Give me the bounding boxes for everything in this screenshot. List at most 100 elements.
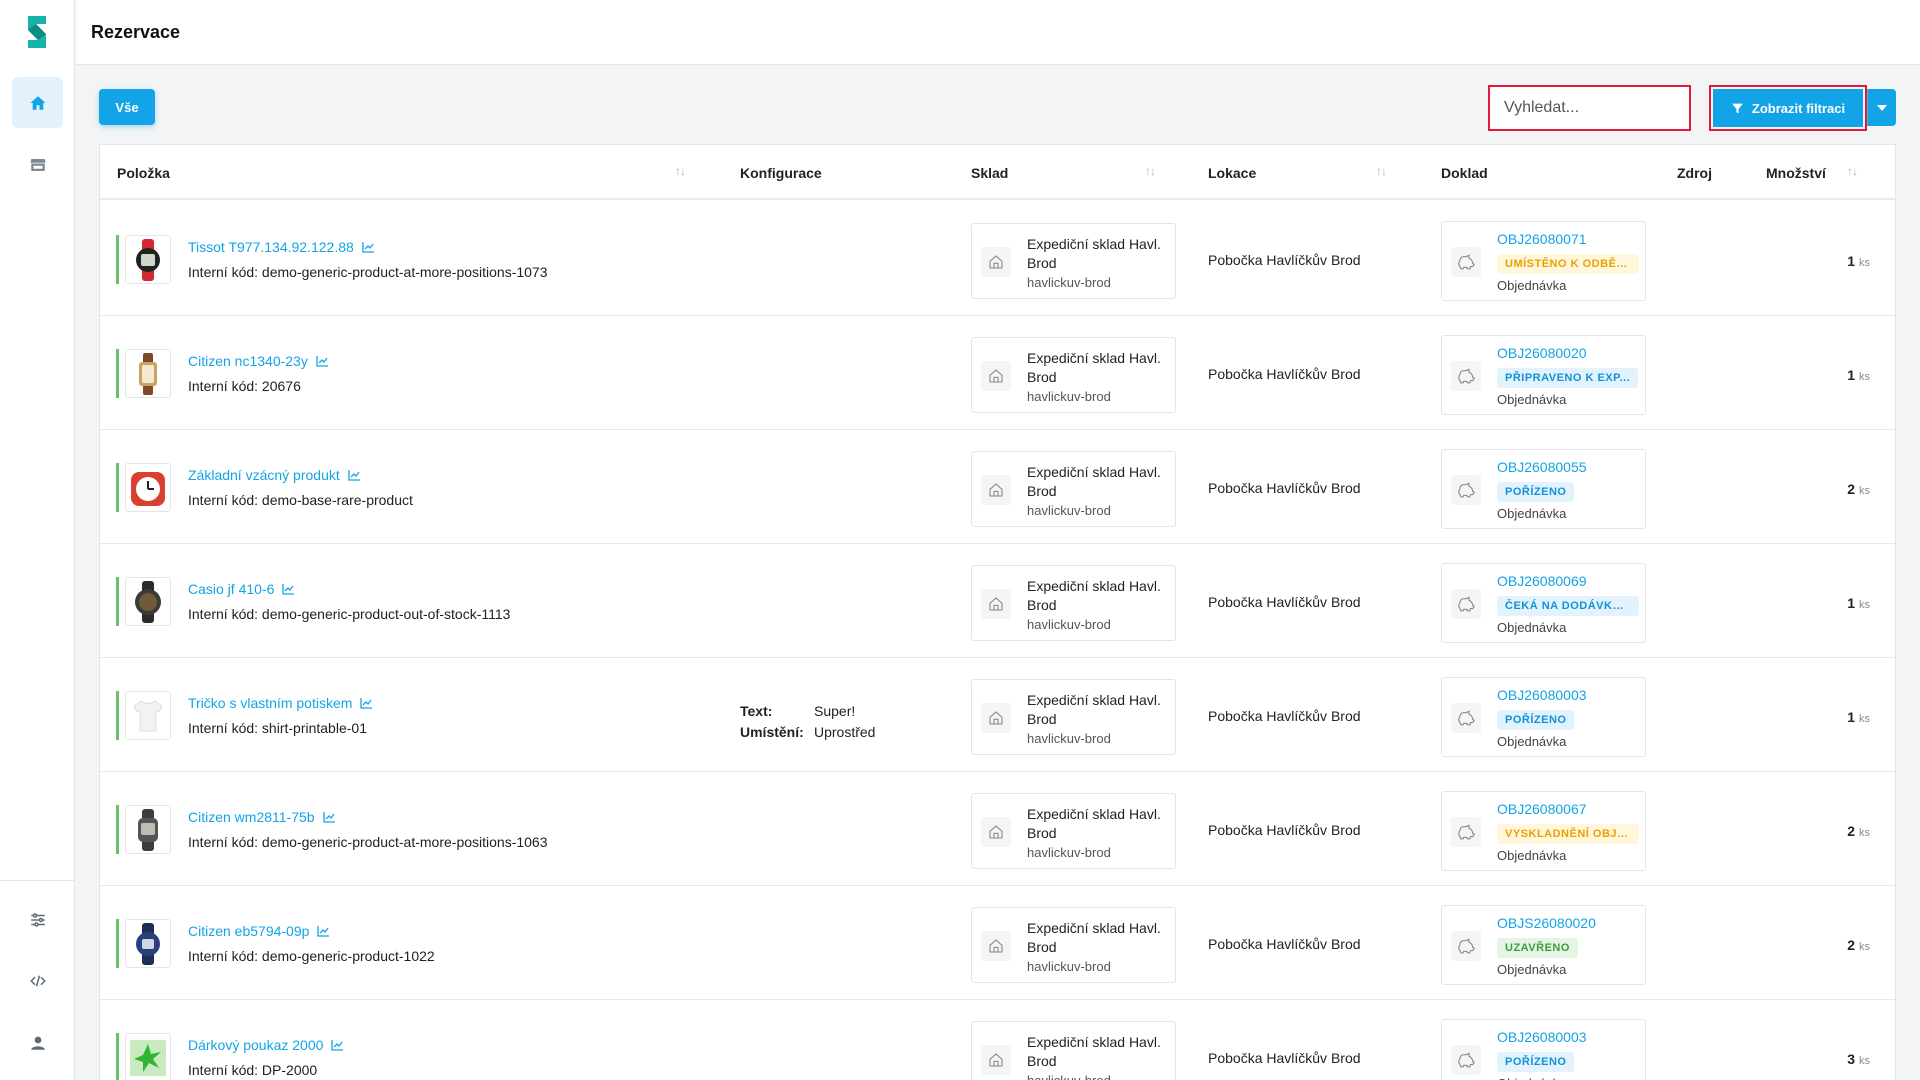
item-name-link[interactable]: Citizen eb5794-09p [188, 923, 330, 939]
warehouse-code: havlickuv-brod [1027, 389, 1111, 404]
stats-icon[interactable] [317, 926, 330, 937]
item-name-link[interactable]: Citizen wm2811-75b [188, 809, 336, 825]
warehouse-card[interactable]: Expediční sklad Havl. Brod havlickuv-brod [971, 1021, 1176, 1080]
warehouse-code: havlickuv-brod [1027, 503, 1111, 518]
table-row[interactable]: Citizen eb5794-09p Interní kód: demo-gene… [100, 886, 1895, 1000]
table-row[interactable]: Dárkový poukaz 2000 Interní kód: DP-2000 E… [100, 1000, 1895, 1080]
stats-icon[interactable] [322, 812, 336, 823]
stats-icon[interactable] [360, 698, 373, 709]
filter-all-button[interactable]: Vše [99, 89, 155, 125]
item-name[interactable]: Základní vzácný produkt [188, 467, 340, 483]
warehouse-card[interactable]: Expediční sklad Havl. Brod havlickuv-brod [971, 907, 1176, 983]
quantity-value: 2 ks [1847, 481, 1870, 497]
sidebar-item-store[interactable] [12, 139, 63, 190]
document-number-link[interactable]: OBJS26080020 [1497, 915, 1596, 931]
table-row[interactable]: Citizen wm2811-75b Interní kód: demo-gene… [100, 772, 1895, 886]
product-image[interactable] [125, 463, 171, 512]
stats-icon[interactable] [282, 584, 295, 595]
table-row[interactable]: Casio jf 410-6 Interní kód: demo-generic-… [100, 544, 1895, 658]
search-input[interactable] [1490, 87, 1689, 129]
item-name[interactable]: Casio jf 410-6 [188, 581, 274, 597]
sidebar-item-profile[interactable] [12, 1017, 63, 1068]
reservations-table: Položka ↑↓ Konfigurace Sklad ↑↓ Lokace ↑… [99, 144, 1896, 1080]
sort-item-icon[interactable]: ↑↓ [675, 164, 686, 178]
document-card[interactable]: OBJS26080020 UZAVŘENO Objednávka [1441, 905, 1646, 985]
status-badge: UMÍSTĚNO K ODBĚR... [1497, 254, 1639, 274]
document-number-link[interactable]: OBJ26080003 [1497, 687, 1587, 703]
col-location[interactable]: Lokace [1208, 165, 1256, 181]
item-name-link[interactable]: Casio jf 410-6 [188, 581, 295, 597]
document-type: Objednávka [1497, 506, 1567, 521]
document-card[interactable]: OBJ26080071 UMÍSTĚNO K ODBĚR... Objednávka [1441, 221, 1646, 301]
stats-icon[interactable] [362, 242, 375, 253]
item-name-link[interactable]: Citizen nc1340-23y [188, 353, 329, 369]
product-image[interactable] [125, 691, 171, 740]
sort-location-icon[interactable]: ↑↓ [1376, 164, 1387, 178]
show-filter-button[interactable]: Zobrazit filtraci [1713, 89, 1863, 127]
product-image[interactable] [125, 919, 171, 968]
quantity-unit: ks [1859, 599, 1870, 611]
item-name-link[interactable]: Tissot T977.134.92.122.88 [188, 239, 375, 255]
sort-warehouse-icon[interactable]: ↑↓ [1145, 164, 1156, 178]
item-name[interactable]: Dárkový poukaz 2000 [188, 1037, 323, 1053]
item-name[interactable]: Citizen nc1340-23y [188, 353, 308, 369]
product-image[interactable] [125, 349, 171, 398]
warehouse-card[interactable]: Expediční sklad Havl. Brod havlickuv-brod [971, 565, 1176, 641]
sidebar-item-home[interactable] [12, 77, 63, 128]
document-card[interactable]: OBJ26080003 POŘÍZENO Objednávka [1441, 677, 1646, 757]
warehouse-card[interactable]: Expediční sklad Havl. Brod havlickuv-brod [971, 337, 1176, 413]
item-name[interactable]: Tissot T977.134.92.122.88 [188, 239, 354, 255]
filter-dropdown-button[interactable] [1867, 89, 1896, 126]
warehouse-card[interactable]: Expediční sklad Havl. Brod havlickuv-brod [971, 679, 1176, 755]
col-document: Doklad [1441, 165, 1488, 181]
item-name-link[interactable]: Tričko s vlastním potiskem [188, 695, 373, 711]
col-item[interactable]: Položka [117, 165, 170, 181]
document-type-icon [1458, 254, 1475, 270]
product-image[interactable] [125, 577, 171, 626]
document-card[interactable]: OBJ26080020 PŘIPRAVENO K EXP... Objednávka [1441, 335, 1646, 415]
sidebar-item-settings[interactable] [12, 894, 63, 945]
quantity-unit: ks [1859, 713, 1870, 725]
item-name[interactable]: Tričko s vlastním potiskem [188, 695, 352, 711]
stats-icon[interactable] [316, 356, 329, 367]
location-name: Pobočka Havlíčkův Brod [1208, 936, 1361, 952]
item-name-link[interactable]: Základní vzácný produkt [188, 467, 361, 483]
document-number-link[interactable]: OBJ26080003 [1497, 1029, 1587, 1045]
item-thumbnail [116, 463, 171, 512]
app-logo[interactable] [22, 12, 54, 52]
product-image[interactable] [125, 1033, 171, 1080]
document-number-link[interactable]: OBJ26080020 [1497, 345, 1587, 361]
sort-quantity-icon[interactable]: ↑↓ [1847, 164, 1858, 178]
item-internal-code: Interní kód: DP-2000 [188, 1062, 318, 1078]
warehouse-card[interactable]: Expediční sklad Havl. Brod havlickuv-brod [971, 451, 1176, 527]
product-image[interactable] [125, 805, 171, 854]
col-config: Konfigurace [740, 165, 822, 181]
table-row[interactable]: Tričko s vlastním potiskem Interní kód: s… [100, 658, 1895, 772]
document-card[interactable]: OBJ26080055 POŘÍZENO Objednávka [1441, 449, 1646, 529]
document-card[interactable]: OBJ26080067 VYSKLADNĚNÍ OBJE... Objednávka [1441, 791, 1646, 871]
item-thumbnail [116, 349, 171, 398]
col-warehouse[interactable]: Sklad [971, 165, 1008, 181]
quantity-number: 1 [1847, 367, 1855, 383]
table-row[interactable]: Citizen nc1340-23y Interní kód: 20676 Expe… [100, 316, 1895, 430]
document-number-link[interactable]: OBJ26080055 [1497, 459, 1587, 475]
warehouse-icon [989, 483, 1003, 497]
item-name[interactable]: Citizen wm2811-75b [188, 809, 315, 825]
document-card[interactable]: OBJ26080069 ČEKÁ NA DODÁVKU ... Objednávka [1441, 563, 1646, 643]
table-row[interactable]: Základní vzácný produkt Interní kód: demo… [100, 430, 1895, 544]
table-row[interactable]: Tissot T977.134.92.122.88 Interní kód: de… [100, 202, 1895, 316]
col-quantity[interactable]: Množství [1766, 165, 1826, 181]
item-name[interactable]: Citizen eb5794-09p [188, 923, 309, 939]
sidebar-item-developer[interactable] [12, 955, 63, 1006]
document-card[interactable]: OBJ26080003 POŘÍZENO Objednávka [1441, 1019, 1646, 1080]
product-image[interactable] [125, 235, 171, 284]
warehouse-icon-box [981, 589, 1011, 619]
document-number-link[interactable]: OBJ26080067 [1497, 801, 1587, 817]
stats-icon[interactable] [348, 470, 361, 481]
warehouse-card[interactable]: Expediční sklad Havl. Brod havlickuv-brod [971, 793, 1176, 869]
document-number-link[interactable]: OBJ26080069 [1497, 573, 1587, 589]
document-number-link[interactable]: OBJ26080071 [1497, 231, 1587, 247]
warehouse-card[interactable]: Expediční sklad Havl. Brod havlickuv-brod [971, 223, 1176, 299]
item-name-link[interactable]: Dárkový poukaz 2000 [188, 1037, 344, 1053]
stats-icon[interactable] [331, 1040, 344, 1051]
